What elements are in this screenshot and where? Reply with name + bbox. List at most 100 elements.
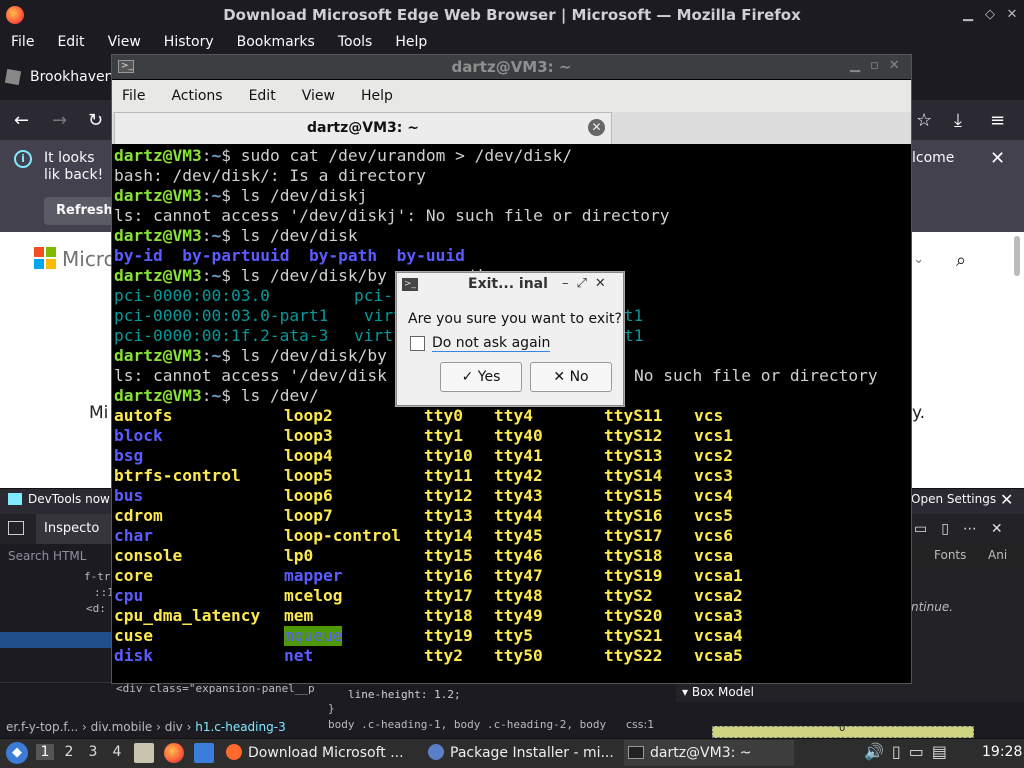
dev-entry: ttyS12 — [604, 426, 663, 445]
brand-text: Micro — [62, 247, 116, 271]
dev-entry: ttyS15 — [604, 486, 663, 505]
page-scrollbar[interactable] — [1014, 236, 1020, 276]
dev-entry: tty47 — [494, 566, 543, 585]
breadcrumb-item-active[interactable]: h1.c-heading-3 — [195, 720, 285, 734]
dialog-window-controls[interactable]: –⤢✕ — [562, 276, 614, 291]
dev-listing-row: core mapper tty16 tty47 ttyS19 vcsa1 — [114, 566, 910, 586]
no-button[interactable]: ✕ No — [530, 362, 612, 392]
tab-fonts[interactable]: Fonts — [934, 548, 966, 562]
dev-entry: vcs3 — [694, 466, 733, 485]
dev-entry: vcsa3 — [694, 606, 743, 625]
terminal-output[interactable]: dartz@VM3:~$ sudo cat /dev/urandom > /de… — [114, 146, 910, 674]
prompt-user: dartz@VM3 — [114, 386, 202, 405]
breadcrumb-item[interactable]: div — [165, 720, 183, 734]
workspace-1[interactable]: 1 — [36, 744, 54, 760]
back-icon[interactable]: ← — [14, 110, 29, 131]
desktop-icon[interactable] — [194, 743, 214, 763]
box-model-header[interactable]: ▾ Box Model — [676, 682, 1024, 702]
maximize-icon[interactable]: ◇ — [982, 7, 998, 23]
selected-node[interactable] — [0, 632, 112, 648]
breadcrumb-item[interactable]: er.f-y-top.f... — [6, 720, 78, 734]
dev-listing-row: cdrom loop7 tty13 tty44 ttyS16 vcs5 — [114, 506, 910, 526]
menu-file[interactable]: File — [11, 34, 34, 50]
css-declaration[interactable]: line-height: 1.2; — [348, 688, 461, 701]
command-text: sudo cat /dev/urandom > /dev/disk/ — [240, 146, 573, 165]
command-text: ls /dev/disk — [240, 226, 358, 245]
file-manager-icon[interactable] — [134, 743, 154, 763]
terminal-window-controls[interactable]: ▁▫✕ — [850, 58, 910, 73]
dev-entry: tty46 — [494, 546, 543, 565]
devtools-options-icon[interactable]: ▭▯⋯✕ — [914, 521, 1017, 537]
info-icon: i — [14, 150, 32, 168]
terminal-menu-edit[interactable]: Edit — [249, 88, 276, 104]
terminal-menu-actions[interactable]: Actions — [171, 88, 222, 104]
task-terminal[interactable]: dartz@VM3: ~ — [624, 740, 794, 766]
menu-edit[interactable]: Edit — [57, 34, 84, 50]
workspace-3[interactable]: 3 — [84, 744, 102, 760]
system-tray[interactable]: 🔊▯▭▤ — [864, 742, 955, 761]
task-package-installer[interactable]: Package Installer - mi... — [424, 740, 620, 766]
terminal-line: by-id by-partuuid by-path by-uuid — [114, 246, 910, 266]
markup-line[interactable]: <d: — [86, 602, 106, 615]
dir-entry: by-id — [114, 246, 163, 265]
minimize-icon[interactable]: ▁ — [960, 7, 976, 23]
browser-tab[interactable]: Brookhaven — [4, 62, 114, 92]
forward-icon[interactable]: → — [52, 110, 67, 131]
link-entry: pci-0000:00:1f.2-ata-3 — [114, 326, 329, 345]
search-html-input[interactable]: Search HTML — [0, 544, 112, 568]
downloads-icon[interactable]: ⤓ — [954, 110, 962, 131]
do-not-ask-checkbox[interactable] — [410, 336, 425, 351]
menu-view[interactable]: View — [108, 34, 141, 50]
reload-icon[interactable]: ↻ — [88, 110, 103, 131]
close-icon[interactable]: ✕ — [1004, 7, 1020, 23]
firefox-logo-icon — [6, 6, 24, 24]
workspace-2[interactable]: 2 — [60, 744, 78, 760]
css-selector[interactable]: body .c-heading-1, body .c-heading-2, bo… — [328, 718, 606, 731]
workspace-4[interactable]: 4 — [108, 744, 126, 760]
notes-icon[interactable]: ▤ — [932, 742, 955, 761]
network-icon[interactable]: ▭ — [909, 742, 932, 761]
terminal-menu-view[interactable]: View — [302, 88, 335, 104]
task-firefox[interactable]: Download Microsoft ... — [222, 740, 418, 766]
menu-help[interactable]: Help — [395, 34, 427, 50]
terminal-task-icon — [628, 746, 644, 759]
terminal-line: dartz@VM3:~$ sudo cat /dev/urandom > /de… — [114, 146, 573, 165]
start-menu-icon[interactable]: ◆ — [6, 742, 28, 764]
tab-animations[interactable]: Ani — [988, 548, 1007, 562]
breadcrumb-item[interactable]: div.mobile — [91, 720, 153, 734]
command-text: ls /dev/ — [240, 386, 319, 405]
bookmark-star-icon[interactable]: ☆ — [916, 110, 932, 131]
banner-close-icon[interactable]: ✕ — [1000, 490, 1013, 509]
refresh-button[interactable]: Refresh — [44, 197, 114, 225]
terminal-tab[interactable]: dartz@VM3: ~ — [114, 112, 612, 144]
terminal-line: dartz@VM3:~$ ls /dev/diskj — [114, 186, 368, 205]
tab-close-icon[interactable]: ✕ — [588, 119, 605, 136]
clipboard-icon[interactable]: ▯ — [892, 742, 909, 761]
firefox-launcher-icon[interactable] — [164, 743, 184, 763]
dev-entry: mcelog — [284, 586, 343, 605]
markup-line[interactable]: f-tr — [84, 570, 111, 583]
dev-entry: cuse — [114, 626, 153, 645]
yes-button[interactable]: ✓ Yes — [440, 362, 522, 392]
dev-entry: cpu_dma_latency — [114, 606, 261, 625]
error-text-tail: No such file or directory — [634, 366, 878, 385]
notification-close-icon[interactable]: ✕ — [990, 148, 1005, 169]
element-picker-icon[interactable] — [8, 521, 24, 535]
terminal-menu-help[interactable]: Help — [361, 88, 393, 104]
open-settings-link[interactable]: Open Settings — [911, 492, 996, 506]
page-text-left: Mi — [89, 403, 109, 423]
dev-entry: console — [114, 546, 183, 565]
checkbox-label[interactable]: Do not ask again — [432, 335, 551, 352]
menu-bookmarks[interactable]: Bookmarks — [237, 34, 315, 50]
search-icon[interactable]: ⌕ — [956, 250, 966, 271]
tab-inspector[interactable]: Inspecto — [36, 514, 116, 544]
terminal-line: ls: cannot access '/dev/diskj': No such … — [114, 206, 670, 225]
menu-tools[interactable]: Tools — [338, 34, 373, 50]
css-source-link[interactable]: css:1 — [626, 718, 654, 731]
no-label: No — [569, 369, 589, 385]
menu-history[interactable]: History — [164, 34, 214, 50]
microsoft-logo-icon[interactable] — [34, 247, 56, 269]
volume-icon[interactable]: 🔊 — [864, 742, 892, 761]
hamburger-menu-icon[interactable]: ≡ — [990, 110, 1005, 131]
terminal-menu-file[interactable]: File — [122, 88, 145, 104]
